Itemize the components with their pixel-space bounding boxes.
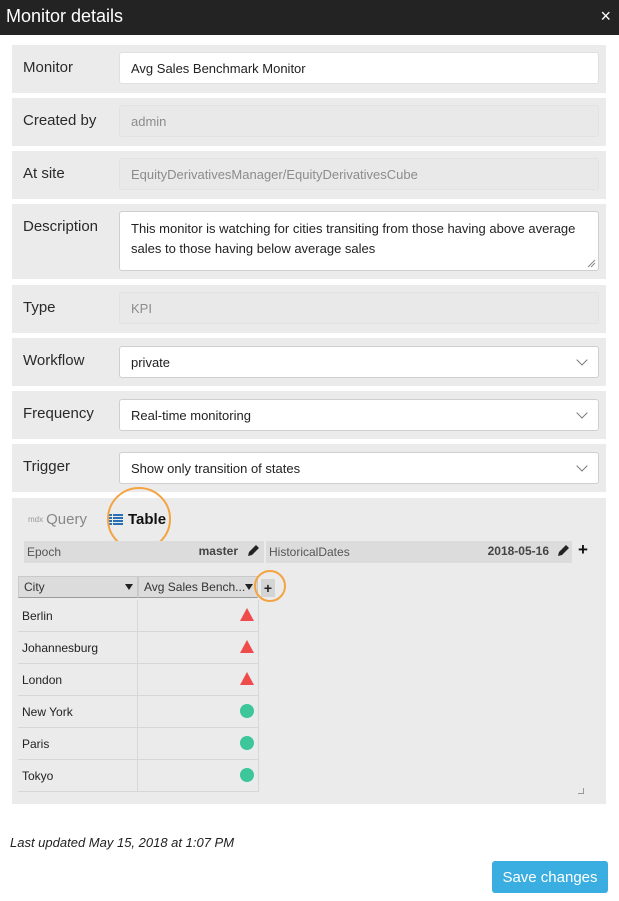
panel-resize-icon[interactable] xyxy=(578,788,584,794)
green-circle-icon xyxy=(240,736,254,750)
epoch-value: master xyxy=(198,544,238,558)
chevron-down-icon xyxy=(576,407,588,419)
chevron-down-icon xyxy=(576,354,588,366)
query-table-panel: mdx Query Table Epoch master HistoricalD… xyxy=(12,487,606,804)
table-cell-kpi-status xyxy=(138,696,259,728)
trigger-select[interactable]: Show only transition of states xyxy=(119,452,599,484)
historical-dates-axis: HistoricalDates 2018-05-16 xyxy=(266,541,572,563)
add-axis-button[interactable]: + xyxy=(578,540,588,560)
description-row: Description This monitor is watching for… xyxy=(12,204,606,279)
last-updated-text: Last updated May 15, 2018 at 1:07 PM xyxy=(10,835,235,850)
green-circle-icon xyxy=(240,704,254,718)
monitor-row: Monitor Avg Sales Benchmark Monitor xyxy=(12,45,606,93)
chevron-down-icon xyxy=(576,460,588,472)
historical-dates-value: 2018-05-16 xyxy=(487,544,549,558)
table-cell-city: Tokyo xyxy=(18,760,138,792)
resize-grip-icon[interactable] xyxy=(586,258,596,268)
monitor-name-value: Avg Sales Benchmark Monitor xyxy=(131,60,306,76)
red-triangle-icon xyxy=(240,640,254,653)
frequency-value: Real-time monitoring xyxy=(131,407,251,423)
dialog-titlebar: Monitor details × xyxy=(0,0,619,35)
table-cell-city: London xyxy=(18,664,138,696)
table-cell-city: Johannesburg xyxy=(18,632,138,664)
sort-dropdown-icon[interactable] xyxy=(125,584,133,590)
save-changes-button[interactable]: Save changes xyxy=(492,861,608,893)
workflow-row: Workflow private xyxy=(12,338,606,386)
created-by-value: admin xyxy=(131,113,167,129)
red-triangle-icon xyxy=(240,672,254,685)
dialog-title: Monitor details xyxy=(6,6,124,26)
close-icon[interactable]: × xyxy=(600,6,611,27)
at-site-row: At site EquityDerivativesManager/EquityD… xyxy=(12,151,606,199)
table-cell-kpi-status xyxy=(138,664,259,696)
edit-pencil-icon[interactable] xyxy=(246,544,260,558)
trigger-label: Trigger xyxy=(23,458,70,475)
at-site-value: EquityDerivativesManager/EquityDerivativ… xyxy=(131,166,418,182)
at-site-field: EquityDerivativesManager/EquityDerivativ… xyxy=(119,158,599,190)
table-cell-kpi-status xyxy=(138,760,259,792)
sort-dropdown-icon[interactable] xyxy=(245,584,253,590)
green-circle-icon xyxy=(240,768,254,782)
frequency-label: Frequency xyxy=(23,405,94,422)
frequency-row: Frequency Real-time monitoring xyxy=(12,391,606,439)
type-label: Type xyxy=(23,299,56,316)
table-cell-city: Paris xyxy=(18,728,138,760)
epoch-label: Epoch xyxy=(27,545,62,559)
table-cell-kpi-status xyxy=(138,600,259,632)
table-cell-city: New York xyxy=(18,696,138,728)
trigger-row: Trigger Show only transition of states xyxy=(12,444,606,492)
type-value: KPI xyxy=(131,300,152,316)
workflow-select[interactable]: private xyxy=(119,346,599,378)
add-column-highlight-ring xyxy=(254,570,286,602)
at-site-label: At site xyxy=(23,165,65,182)
column-header-city[interactable]: City xyxy=(18,576,138,598)
created-by-field: admin xyxy=(119,105,599,137)
red-triangle-icon xyxy=(240,608,254,621)
type-row: Type KPI xyxy=(12,285,606,333)
workflow-label: Workflow xyxy=(23,352,85,369)
tab-query-label: Query xyxy=(46,511,87,528)
monitor-label: Monitor xyxy=(23,59,74,76)
tab-query[interactable]: mdx Query xyxy=(28,511,87,528)
description-textarea[interactable]: This monitor is watching for cities tran… xyxy=(119,211,599,271)
table-cell-kpi-status xyxy=(138,728,259,760)
frequency-select[interactable]: Real-time monitoring xyxy=(119,399,599,431)
created-by-row: Created by admin xyxy=(12,98,606,146)
column-header-city-label: City xyxy=(24,580,45,594)
workflow-value: private xyxy=(131,354,171,370)
description-value: This monitor is watching for cities tran… xyxy=(131,221,576,256)
trigger-value: Show only transition of states xyxy=(131,460,301,476)
epoch-axis: Epoch master xyxy=(24,541,264,563)
monitor-name-input[interactable]: Avg Sales Benchmark Monitor xyxy=(119,52,599,84)
table-cell-kpi-status xyxy=(138,632,259,664)
mdx-icon: mdx xyxy=(28,515,44,524)
table-cell-city: Berlin xyxy=(18,600,138,632)
column-header-avg-sales[interactable]: Avg Sales Bench... xyxy=(138,576,258,598)
type-field: KPI xyxy=(119,292,599,324)
description-label: Description xyxy=(23,218,99,235)
historical-dates-label: HistoricalDates xyxy=(269,545,350,559)
column-header-avg-sales-label: Avg Sales Bench... xyxy=(144,580,246,594)
created-by-label: Created by xyxy=(23,112,97,129)
edit-pencil-icon[interactable] xyxy=(556,544,570,558)
